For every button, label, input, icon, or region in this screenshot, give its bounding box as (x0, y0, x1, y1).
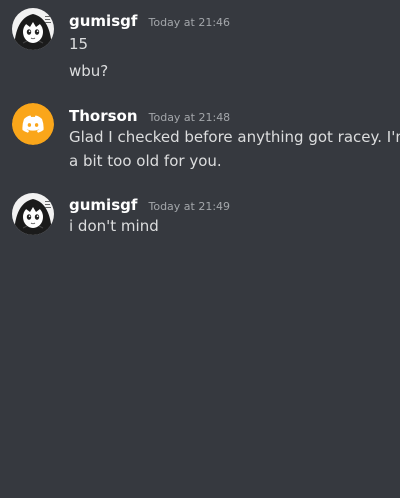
discord-logo-icon (12, 103, 54, 145)
timestamp: Today at 21:46 (148, 16, 231, 29)
username[interactable]: Thorson (69, 107, 138, 125)
message-header: gumisgf Today at 21:49 (69, 195, 230, 214)
anime-girl-icon (12, 193, 54, 235)
message-text: wbu? (69, 62, 109, 80)
message-header: Thorson Today at 21:48 (69, 106, 230, 125)
user-avatar[interactable] (12, 103, 54, 145)
message-text: i don't mind (69, 217, 159, 235)
user-avatar[interactable] (12, 8, 54, 50)
timestamp: Today at 21:48 (148, 111, 231, 124)
chat-messages: gumisgf Today at 21:46 15 wbu? Thorson T… (0, 0, 400, 498)
username[interactable]: gumisgf (69, 196, 137, 214)
username[interactable]: gumisgf (69, 12, 137, 30)
timestamp: Today at 21:49 (148, 200, 231, 213)
message-text: a bit too old for you. (69, 152, 222, 170)
anime-girl-icon (12, 8, 54, 50)
user-avatar[interactable] (12, 193, 54, 235)
message-text: Glad I checked before anything got racey… (69, 128, 400, 146)
message-header: gumisgf Today at 21:46 (69, 11, 230, 30)
message-text: 15 (69, 35, 89, 53)
